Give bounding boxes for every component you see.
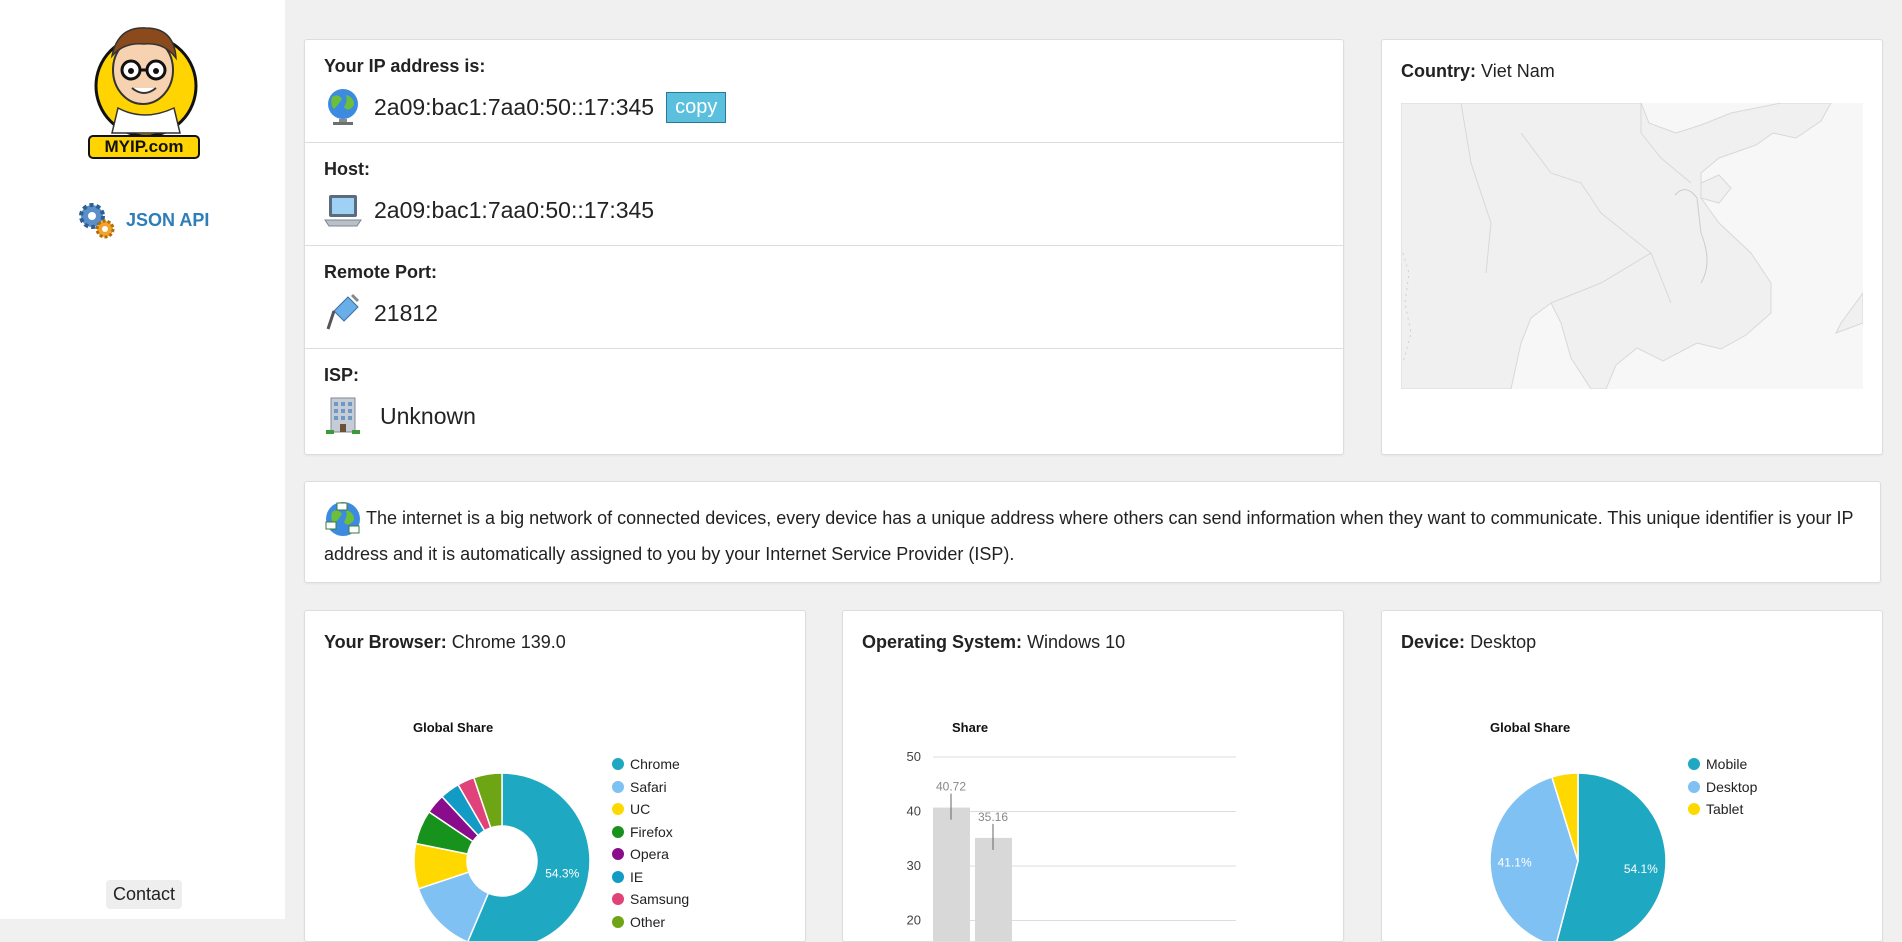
browser-legend-swatch (612, 870, 624, 883)
browser-pie-chart: 54.3% (413, 772, 591, 941)
browser-legend-label: Other (630, 913, 666, 930)
json-api-label: JSON API (126, 209, 210, 230)
port-row: Remote Port: 21812 (305, 246, 1343, 349)
browser-legend-swatch (612, 893, 624, 906)
browser-legend: Chrome Safari UC Firefox Opera IE Samsung Other (612, 753, 689, 933)
ip-label: Your IP address is: (324, 56, 486, 76)
device-card: Device: Desktop Global Share 54.1% 41.1% … (1381, 610, 1883, 942)
info-text: The internet is a big network of connect… (324, 507, 1854, 564)
gear-icon (79, 203, 115, 239)
copy-button[interactable]: copy (666, 91, 727, 123)
port-label: Remote Port: (324, 262, 438, 282)
os-y-tick: 20 (907, 913, 921, 928)
browser-legend-swatch (612, 803, 624, 816)
device-data-label: 41.1% (1498, 855, 1532, 869)
device-legend-swatch (1688, 758, 1700, 771)
browser-legend-item[interactable]: Safari (612, 776, 689, 799)
device-legend-swatch (1688, 780, 1700, 793)
building-icon (326, 397, 360, 434)
info-card: The internet is a big network of connect… (304, 481, 1881, 583)
browser-legend-item[interactable]: Samsung (612, 888, 689, 911)
os-y-tick: 50 (907, 749, 921, 764)
country-card: Country: Viet Nam (1381, 39, 1883, 455)
device-legend: Mobile Desktop Tablet (1688, 753, 1757, 821)
browser-legend-label: Firefox (630, 823, 673, 840)
browser-legend-swatch (612, 758, 624, 771)
myip-logo[interactable]: MYIP.com (88, 18, 200, 163)
os-y-tick: 40 (907, 804, 921, 819)
sidebar: MYIP.com JSON API Contact (0, 0, 285, 919)
country-value: Viet Nam (1481, 61, 1555, 81)
os-bar-value: 35.16 (978, 810, 1008, 824)
os-bar-chart: 20 30 40 50 40.72 35.16 (907, 749, 1236, 941)
ip-details-card: Your IP address is: 2a09:bac1:7aa0:50::1… (304, 39, 1344, 455)
browser-legend-label: IE (630, 868, 644, 885)
browser-legend-item[interactable]: Other (612, 911, 689, 934)
ip-row: Your IP address is: 2a09:bac1:7aa0:50::1… (305, 40, 1343, 143)
browser-legend-item[interactable]: IE (612, 866, 689, 889)
network-globe-icon (325, 502, 360, 536)
os-bar-value: 40.72 (936, 780, 966, 794)
browser-legend-label: Safari (630, 778, 667, 795)
os-card: Operating System: Windows 10 Share 20 30 4… (842, 610, 1344, 942)
browser-legend-swatch (612, 915, 624, 928)
device-legend-item[interactable]: Mobile (1688, 753, 1757, 776)
device-legend-label: Tablet (1706, 801, 1744, 818)
host-label: Host: (324, 159, 370, 179)
ip-value: 2a09:bac1:7aa0:50::17:345 (374, 93, 655, 120)
browser-data-label: 54.3% (545, 866, 579, 880)
isp-row: ISP: Unknown (305, 349, 1343, 452)
os-y-tick: 30 (907, 858, 921, 873)
isp-value: Unknown (380, 402, 476, 429)
isp-label: ISP: (324, 365, 360, 385)
logo-text: MYIP.com (104, 137, 184, 156)
json-api-link[interactable]: JSON API (76, 200, 209, 240)
laptop-icon (324, 195, 362, 227)
country-line: Country: Viet Nam (1401, 61, 1555, 82)
browser-card: Your Browser: Chrome 139.0 Global Share … (304, 610, 806, 942)
browser-legend-label: Samsung (630, 891, 690, 908)
browser-legend-swatch (612, 825, 624, 838)
port-value: 21812 (374, 299, 438, 326)
country-map[interactable] (1401, 103, 1863, 389)
country-label: Country: (1401, 61, 1476, 81)
device-legend-swatch (1688, 803, 1700, 816)
globe-icon (328, 89, 358, 125)
browser-legend-label: Chrome (630, 756, 680, 773)
plug-icon (326, 293, 360, 330)
browser-legend-item[interactable]: Firefox (612, 821, 689, 844)
device-legend-label: Mobile (1706, 756, 1748, 773)
device-pie-chart: 54.1% 41.1% (1489, 772, 1667, 941)
browser-legend-label: UC (630, 801, 651, 818)
os-bar[interactable] (975, 837, 1012, 941)
contact-button[interactable]: Contact (106, 880, 183, 909)
browser-legend-swatch (612, 848, 624, 861)
browser-legend-swatch (612, 780, 624, 793)
device-legend-item[interactable]: Tablet (1688, 798, 1757, 821)
host-row: Host: 2a09:bac1:7aa0:50::17:345 (305, 143, 1343, 246)
device-data-label: 54.1% (1624, 862, 1658, 876)
os-bar[interactable] (933, 807, 970, 941)
device-legend-label: Desktop (1706, 778, 1758, 795)
browser-legend-item[interactable]: UC (612, 798, 689, 821)
browser-legend-item[interactable]: Opera (612, 843, 689, 866)
browser-legend-label: Opera (630, 846, 669, 863)
browser-legend-item[interactable]: Chrome (612, 753, 689, 776)
host-value: 2a09:bac1:7aa0:50::17:345 (374, 196, 655, 223)
device-legend-item[interactable]: Desktop (1688, 776, 1757, 799)
